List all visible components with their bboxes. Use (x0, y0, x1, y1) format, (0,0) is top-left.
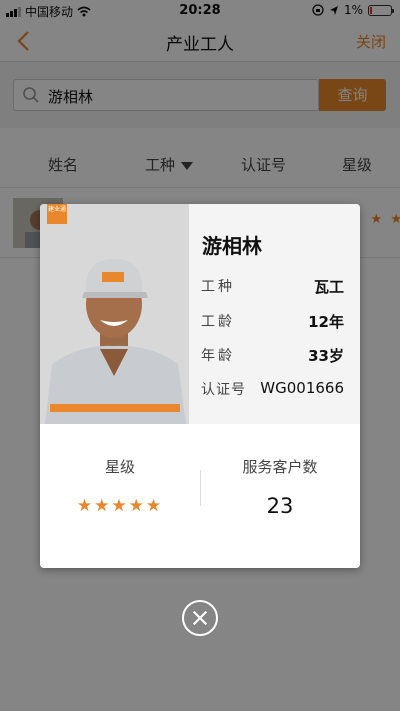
company-logo: 建业通 (47, 204, 67, 224)
age-value: 33岁 (308, 347, 344, 365)
age-label: 年龄 (201, 348, 235, 364)
worker-photo: 建业通 (40, 204, 189, 424)
card-stats: 星级 ★★★★★ 服务客户数 23 (40, 424, 360, 568)
customers-value: 23 (266, 494, 294, 518)
worker-card: 建业通 游相林 工种 瓦工 工龄 12年 年龄 33岁 认证号 WG001666… (40, 204, 360, 568)
customers-label: 服务客户数 (242, 458, 318, 476)
experience-value: 12年 (308, 313, 344, 331)
experience-label: 工龄 (201, 314, 235, 330)
cert-no-value: WG001666 (260, 379, 344, 397)
rating-label: 星级 (104, 458, 135, 476)
trade-label: 工种 (201, 279, 235, 295)
card-header: 建业通 游相林 工种 瓦工 工龄 12年 年龄 33岁 认证号 WG001666 (40, 204, 360, 424)
star-rating: ★★★★★ (76, 496, 164, 516)
worker-name: 游相林 (202, 234, 262, 258)
trade-value: 瓦工 (313, 278, 344, 296)
close-icon[interactable] (182, 600, 218, 636)
cert-no-label: 认证号 (201, 382, 246, 398)
